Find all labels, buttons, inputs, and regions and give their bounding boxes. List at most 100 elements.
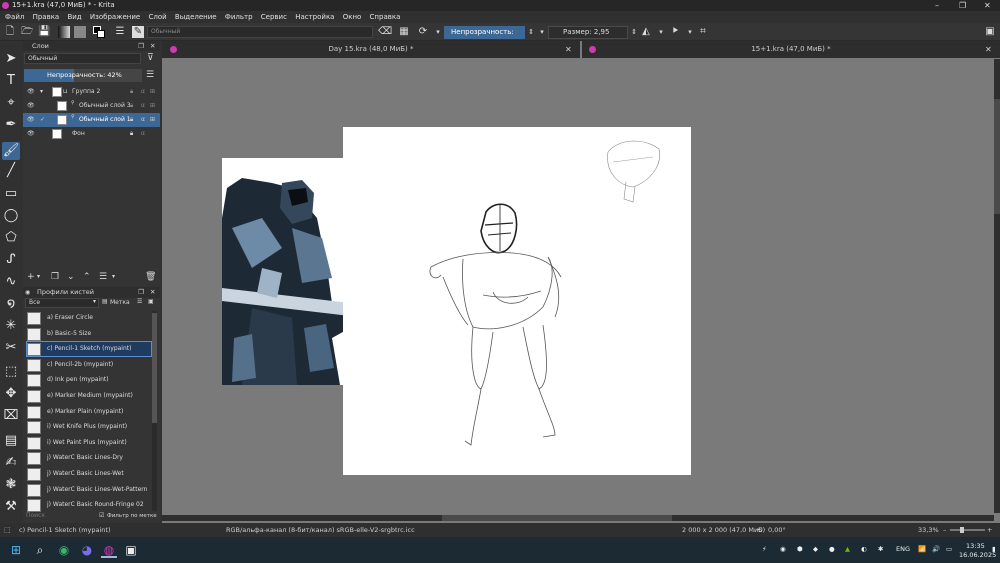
clock-date[interactable]: 16.06.2025 [959,551,996,559]
discord-icon[interactable]: ◕ [79,542,95,558]
horizontal-scrollbar[interactable] [162,515,994,521]
checkbox-icon[interactable]: ☑ [99,512,104,519]
brush-preset-item[interactable]: j) WaterC Basic Round-Fringe 02 [27,498,151,513]
settings-icon[interactable]: ▣ [148,298,154,305]
app-taskbar-icon[interactable]: ▣ [123,542,139,558]
move-layer-down-icon[interactable]: ⌄ [67,270,75,284]
chrome-icon[interactable]: ◉ [56,542,72,558]
opacity-slider[interactable]: Непрозрачность: 100% [444,26,525,49]
multibrush-icon[interactable]: ✳ [2,317,20,335]
menu-layer[interactable]: Слой [148,13,166,21]
mirror-horizontal-icon[interactable]: ◭ [640,26,652,38]
zoom-slider-handle[interactable] [960,527,964,533]
brush-preset-icon[interactable]: ✎ [132,26,144,38]
brush-preset-item[interactable]: b) Basic-5 Size [27,327,151,341]
nvidia-icon[interactable]: ▲ [845,545,850,553]
color-picker-icon[interactable]: ✍ [2,454,20,472]
select-shapes-icon[interactable]: ➤ [2,50,20,68]
document-tab-1[interactable]: Day 15.kra (48,0 МиБ) * ✕ [162,41,580,58]
layer-properties-icon[interactable]: ☰ [99,270,107,284]
brush-filter-combo[interactable]: Все [25,298,99,308]
size-stepper[interactable]: ⇕ [628,26,640,38]
scrollbar-thumb[interactable] [152,313,157,423]
brush-size-slider[interactable]: Размер: 2,95 пикс. [548,26,628,47]
open-document-icon[interactable]: 🗁 [21,26,33,38]
search-icon[interactable]: ⌕ [32,542,48,558]
eye-icon[interactable]: 👁 [27,85,35,99]
eye-icon[interactable]: 👁 [27,127,35,141]
assistant-tool-icon[interactable]: ⚒ [2,498,20,516]
scrollbar-thumb[interactable] [994,99,1000,214]
rotate-icon[interactable]: ⟲ [757,523,762,537]
inherit-alpha-icon[interactable]: ⊞ [150,99,155,113]
layer-blend-combo[interactable]: Обычный [24,53,141,64]
eraser-mode-icon[interactable]: ⌫ [378,26,392,38]
tray-icon-8[interactable]: ✱ [878,545,883,553]
new-document-icon[interactable]: 🗋 [4,26,16,38]
eye-icon[interactable]: 👁 [27,113,35,127]
menu-help[interactable]: Справка [370,13,401,21]
layer-opacity-slider[interactable]: Непрозрачность: 42% [24,69,142,82]
menu-select[interactable]: Выделение [175,13,217,21]
tray-icon-5[interactable]: ● [829,545,835,553]
tag-label[interactable]: Метка [110,299,130,306]
zoom-out-icon[interactable]: – [943,523,946,537]
gradient-tool-icon[interactable]: ▤ [2,432,20,450]
float-docker-icon[interactable]: ❐ [138,287,144,298]
close-tab-icon[interactable]: ✕ [985,41,992,58]
wifi-icon[interactable]: 📶 [918,545,926,553]
clock-time[interactable]: 13:35 [966,542,985,550]
add-layer-icon[interactable]: + [27,270,35,284]
layer-name[interactable]: Обычный слой 1 [79,113,131,127]
chevron-down-icon[interactable]: ▾ [93,298,96,305]
lock-icon[interactable]: 🔒︎ [130,113,133,127]
dynamic-brush-icon[interactable]: ໑ [2,295,20,313]
close-docker-icon[interactable]: ✕ [150,41,155,51]
vertical-scrollbar[interactable] [994,59,1000,513]
tag-icon[interactable]: ▤ [102,298,108,305]
chevron-down-icon[interactable]: ▾ [536,26,548,38]
polygon-tool-icon[interactable]: ⬠ [2,229,20,247]
brush-preset-item[interactable]: i) Wet Knife Plus (mypaint) [27,420,151,435]
dockers-toggle-icon[interactable]: ▣ [984,26,996,38]
tray-icon-3[interactable]: ⬢ [797,545,803,553]
brush-preset-item[interactable]: c) Pencil-1 Sketch (mypaint) [26,341,152,358]
maximize-button[interactable]: ❐ [959,0,966,11]
lock-icon[interactable]: 🔒︎ [130,99,133,113]
passthrough-icon[interactable]: ⊞ [150,85,155,99]
reload-preset-icon[interactable]: ⟳ [417,26,429,38]
zoom-slider[interactable] [950,527,985,533]
brush-preset-item[interactable]: e) Marker Plain (mypaint) [27,405,151,419]
eye-icon[interactable]: 👁 [27,99,35,113]
brush-search-field[interactable]: Поиск [26,512,45,519]
collapse-icon[interactable]: ▾ [40,85,43,99]
transform-tool-icon[interactable]: ⬚ [2,363,20,381]
alpha-lock-icon[interactable]: α [141,85,145,99]
language-indicator[interactable]: ENG [896,545,910,553]
mirror-vertical-icon[interactable]: ⯈ [669,26,681,38]
brush-preset-item[interactable]: j) WaterC Basic Lines-Wet-Pattern [27,483,151,497]
smart-patch-icon[interactable]: ✂ [2,339,20,357]
freehand-brush-icon[interactable]: 🖌 [2,142,20,160]
inherit-alpha-icon[interactable]: ⊞ [150,113,155,127]
text-tool-icon[interactable]: T [2,72,20,90]
notifications-icon[interactable]: ▮ [992,545,996,553]
alpha-lock-icon[interactable]: α [141,127,145,141]
smart-fill-icon[interactable]: ❃ [2,476,20,494]
ellipse-tool-icon[interactable]: ◯ [2,207,20,225]
menu-settings[interactable]: Настройка [295,13,334,21]
pattern-icon[interactable] [74,26,86,38]
layer-menu-icon[interactable]: ☰ [146,70,154,80]
menu-file[interactable]: Файл [5,13,24,21]
menu-filter[interactable]: Фильтр [225,13,253,21]
layer-row[interactable]: 👁 ▾ ⊔ Группа 2 🔒︎ α ⊞ [23,85,160,99]
rotation-status[interactable]: 0,00° [768,523,786,537]
tray-icon-2[interactable]: ◉ [780,545,786,553]
krita-taskbar-icon[interactable]: ◍ [101,542,117,558]
bezier-tool-icon[interactable]: ᔑ [2,251,20,269]
layer-name[interactable]: Фон [72,127,85,141]
lock-icon[interactable]: 🔒︎ [130,127,133,141]
chevron-down-icon[interactable]: ▾ [684,26,696,38]
duplicate-layer-icon[interactable]: ❐ [51,270,59,284]
menu-view[interactable]: Вид [67,13,81,21]
